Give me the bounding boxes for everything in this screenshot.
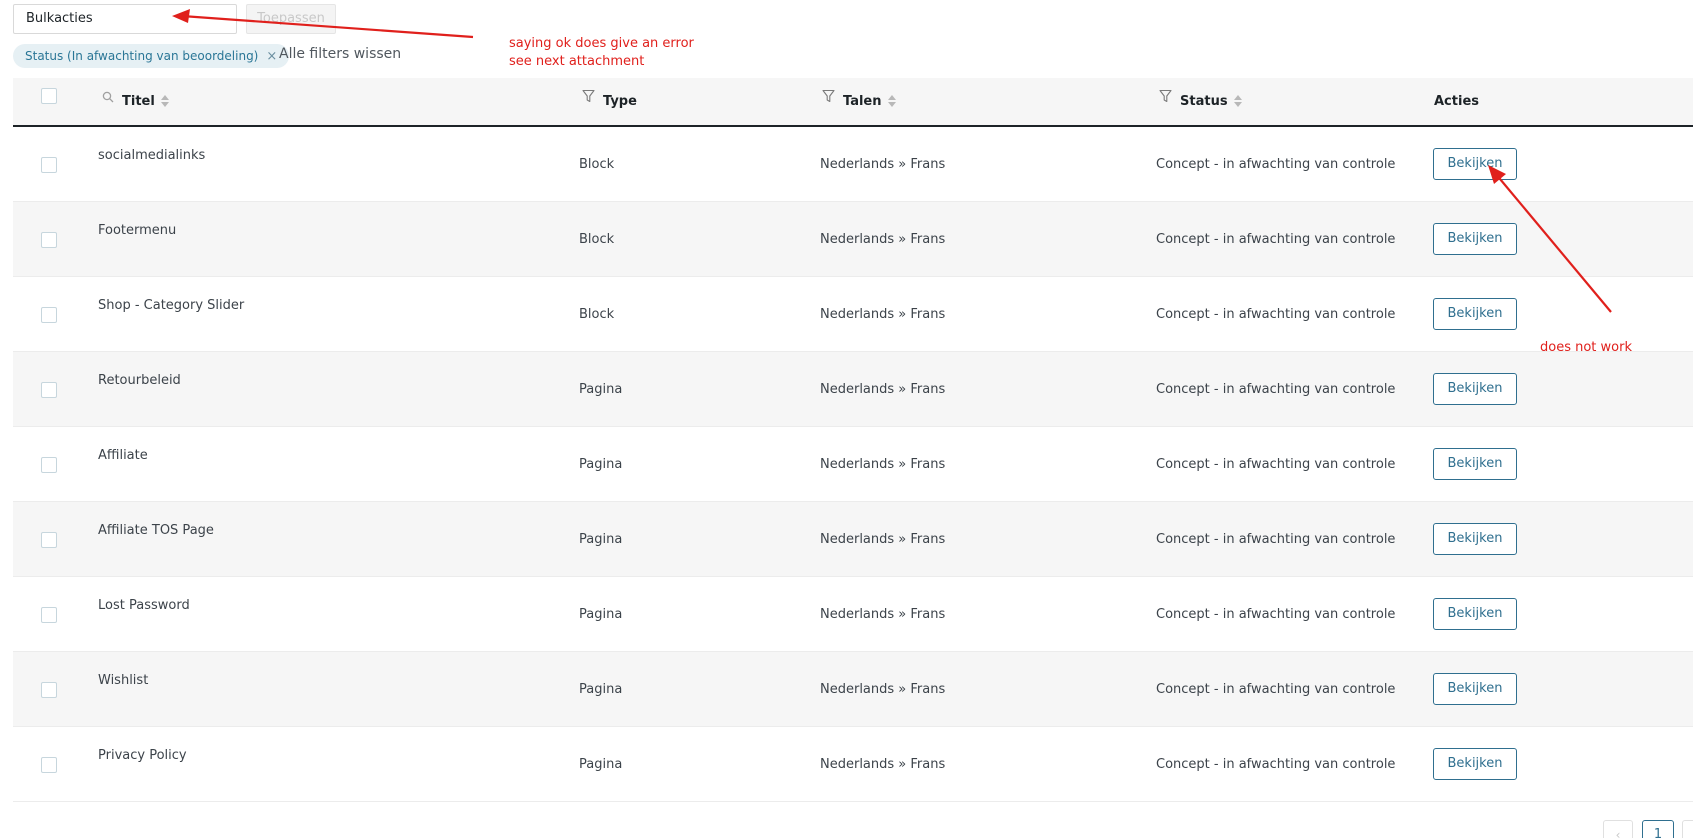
table-row: Lost Password Pagina Nederlands » Frans … bbox=[13, 577, 1693, 652]
row-checkbox[interactable] bbox=[41, 157, 57, 173]
row-title[interactable]: Footermenu bbox=[98, 223, 176, 238]
row-type: Pagina bbox=[579, 457, 623, 472]
row-languages: Nederlands » Frans bbox=[820, 457, 946, 472]
row-status: Concept - in afwachting van controle bbox=[1156, 757, 1396, 772]
active-filter-tag: Status (In afwachting van beoordeling) × bbox=[13, 44, 290, 68]
row-status: Concept - in afwachting van controle bbox=[1156, 457, 1396, 472]
table-row: Footermenu Block Nederlands » Frans Conc… bbox=[13, 202, 1693, 277]
view-button[interactable]: Bekijken bbox=[1433, 523, 1517, 555]
row-type: Pagina bbox=[579, 757, 623, 772]
row-type: Block bbox=[579, 307, 615, 322]
table-row: Shop - Category Slider Block Nederlands … bbox=[13, 277, 1693, 352]
view-button[interactable]: Bekijken bbox=[1433, 223, 1517, 255]
row-type: Pagina bbox=[579, 607, 623, 622]
filter-icon[interactable] bbox=[582, 76, 595, 123]
sort-icon[interactable] bbox=[160, 94, 169, 108]
row-status: Concept - in afwachting van controle bbox=[1156, 682, 1396, 697]
table-row: Retourbeleid Pagina Nederlands » Frans C… bbox=[13, 352, 1693, 427]
apply-button[interactable]: Toepassen bbox=[246, 4, 336, 34]
row-type: Block bbox=[579, 157, 615, 172]
row-title[interactable]: Shop - Category Slider bbox=[98, 298, 244, 313]
row-type: Pagina bbox=[579, 382, 623, 397]
active-filter-label: Status (In afwachting van beoordeling) bbox=[25, 49, 259, 63]
view-button[interactable]: Bekijken bbox=[1433, 448, 1517, 480]
row-checkbox[interactable] bbox=[41, 607, 57, 623]
table-row: Wishlist Pagina Nederlands » Frans Conce… bbox=[13, 652, 1693, 727]
table-row: Affiliate TOS Page Pagina Nederlands » F… bbox=[13, 502, 1693, 577]
column-title-label: Titel bbox=[122, 94, 155, 109]
row-languages: Nederlands » Frans bbox=[820, 382, 946, 397]
filter-icon[interactable] bbox=[1159, 76, 1172, 123]
filter-icon[interactable] bbox=[822, 76, 835, 123]
view-button[interactable]: Bekijken bbox=[1433, 748, 1517, 780]
row-languages: Nederlands » Frans bbox=[820, 607, 946, 622]
row-checkbox[interactable] bbox=[41, 532, 57, 548]
table-row: Affiliate Pagina Nederlands » Frans Conc… bbox=[13, 427, 1693, 502]
row-title[interactable]: Retourbeleid bbox=[98, 373, 181, 388]
row-status: Concept - in afwachting van controle bbox=[1156, 157, 1396, 172]
row-checkbox[interactable] bbox=[41, 307, 57, 323]
row-title[interactable]: Affiliate bbox=[98, 448, 148, 463]
row-status: Concept - in afwachting van controle bbox=[1156, 232, 1396, 247]
pagination-page[interactable]: 1 bbox=[1642, 820, 1674, 838]
row-title[interactable]: Privacy Policy bbox=[98, 748, 187, 763]
sort-icon[interactable] bbox=[887, 94, 896, 108]
table-row: Privacy Policy Pagina Nederlands » Frans… bbox=[13, 727, 1693, 802]
chevron-right-icon[interactable] bbox=[1682, 820, 1693, 838]
row-type: Pagina bbox=[579, 682, 623, 697]
row-languages: Nederlands » Frans bbox=[820, 757, 946, 772]
jobs-table: Titel Type Talen Status Acties socialmed… bbox=[13, 78, 1693, 802]
view-button[interactable]: Bekijken bbox=[1433, 373, 1517, 405]
column-type-label: Type bbox=[603, 94, 637, 109]
row-languages: Nederlands » Frans bbox=[820, 532, 946, 547]
row-checkbox[interactable] bbox=[41, 757, 57, 773]
column-languages-label: Talen bbox=[843, 94, 882, 109]
select-all-checkbox[interactable] bbox=[41, 88, 57, 104]
column-status[interactable]: Status bbox=[1159, 78, 1242, 125]
row-status: Concept - in afwachting van controle bbox=[1156, 532, 1396, 547]
row-checkbox[interactable] bbox=[41, 232, 57, 248]
view-button[interactable]: Bekijken bbox=[1433, 598, 1517, 630]
translation-jobs-page: Bulkacties Toepassen Status (In afwachti… bbox=[0, 0, 1693, 838]
clear-filters-link[interactable]: Alle filters wissen bbox=[279, 46, 401, 62]
row-checkbox[interactable] bbox=[41, 457, 57, 473]
annotation-bulk-note-line2: see next attachment bbox=[509, 54, 645, 69]
annotation-bulk-note-line1: saying ok does give an error bbox=[509, 36, 694, 51]
row-title[interactable]: Lost Password bbox=[98, 598, 190, 613]
table-header: Titel Type Talen Status Acties bbox=[13, 78, 1693, 127]
view-button[interactable]: Bekijken bbox=[1433, 298, 1517, 330]
row-title[interactable]: socialmedialinks bbox=[98, 148, 205, 163]
row-title[interactable]: Wishlist bbox=[98, 673, 148, 688]
column-title[interactable]: Titel bbox=[102, 78, 169, 125]
bulk-actions-select[interactable]: Bulkacties bbox=[13, 4, 237, 34]
row-languages: Nederlands » Frans bbox=[820, 307, 946, 322]
row-status: Concept - in afwachting van controle bbox=[1156, 607, 1396, 622]
row-status: Concept - in afwachting van controle bbox=[1156, 307, 1396, 322]
row-type: Pagina bbox=[579, 532, 623, 547]
row-languages: Nederlands » Frans bbox=[820, 682, 946, 697]
annotation-view-note: does not work bbox=[1540, 340, 1632, 355]
row-status: Concept - in afwachting van controle bbox=[1156, 382, 1396, 397]
chevron-left-icon[interactable]: ‹ bbox=[1603, 820, 1633, 838]
column-actions: Acties bbox=[1434, 78, 1479, 125]
column-status-label: Status bbox=[1180, 94, 1228, 109]
row-title[interactable]: Affiliate TOS Page bbox=[98, 523, 214, 538]
sort-icon[interactable] bbox=[1233, 94, 1242, 108]
row-checkbox[interactable] bbox=[41, 382, 57, 398]
column-actions-label: Acties bbox=[1434, 94, 1479, 109]
table-row: socialmedialinks Block Nederlands » Fran… bbox=[13, 127, 1693, 202]
view-button[interactable]: Bekijken bbox=[1433, 673, 1517, 705]
row-languages: Nederlands » Frans bbox=[820, 157, 946, 172]
row-languages: Nederlands » Frans bbox=[820, 232, 946, 247]
column-languages[interactable]: Talen bbox=[822, 78, 896, 125]
row-checkbox[interactable] bbox=[41, 682, 57, 698]
row-type: Block bbox=[579, 232, 615, 247]
search-icon[interactable] bbox=[102, 76, 114, 123]
column-type[interactable]: Type bbox=[582, 78, 637, 125]
close-icon[interactable]: × bbox=[266, 49, 277, 64]
view-button[interactable]: Bekijken bbox=[1433, 148, 1517, 180]
